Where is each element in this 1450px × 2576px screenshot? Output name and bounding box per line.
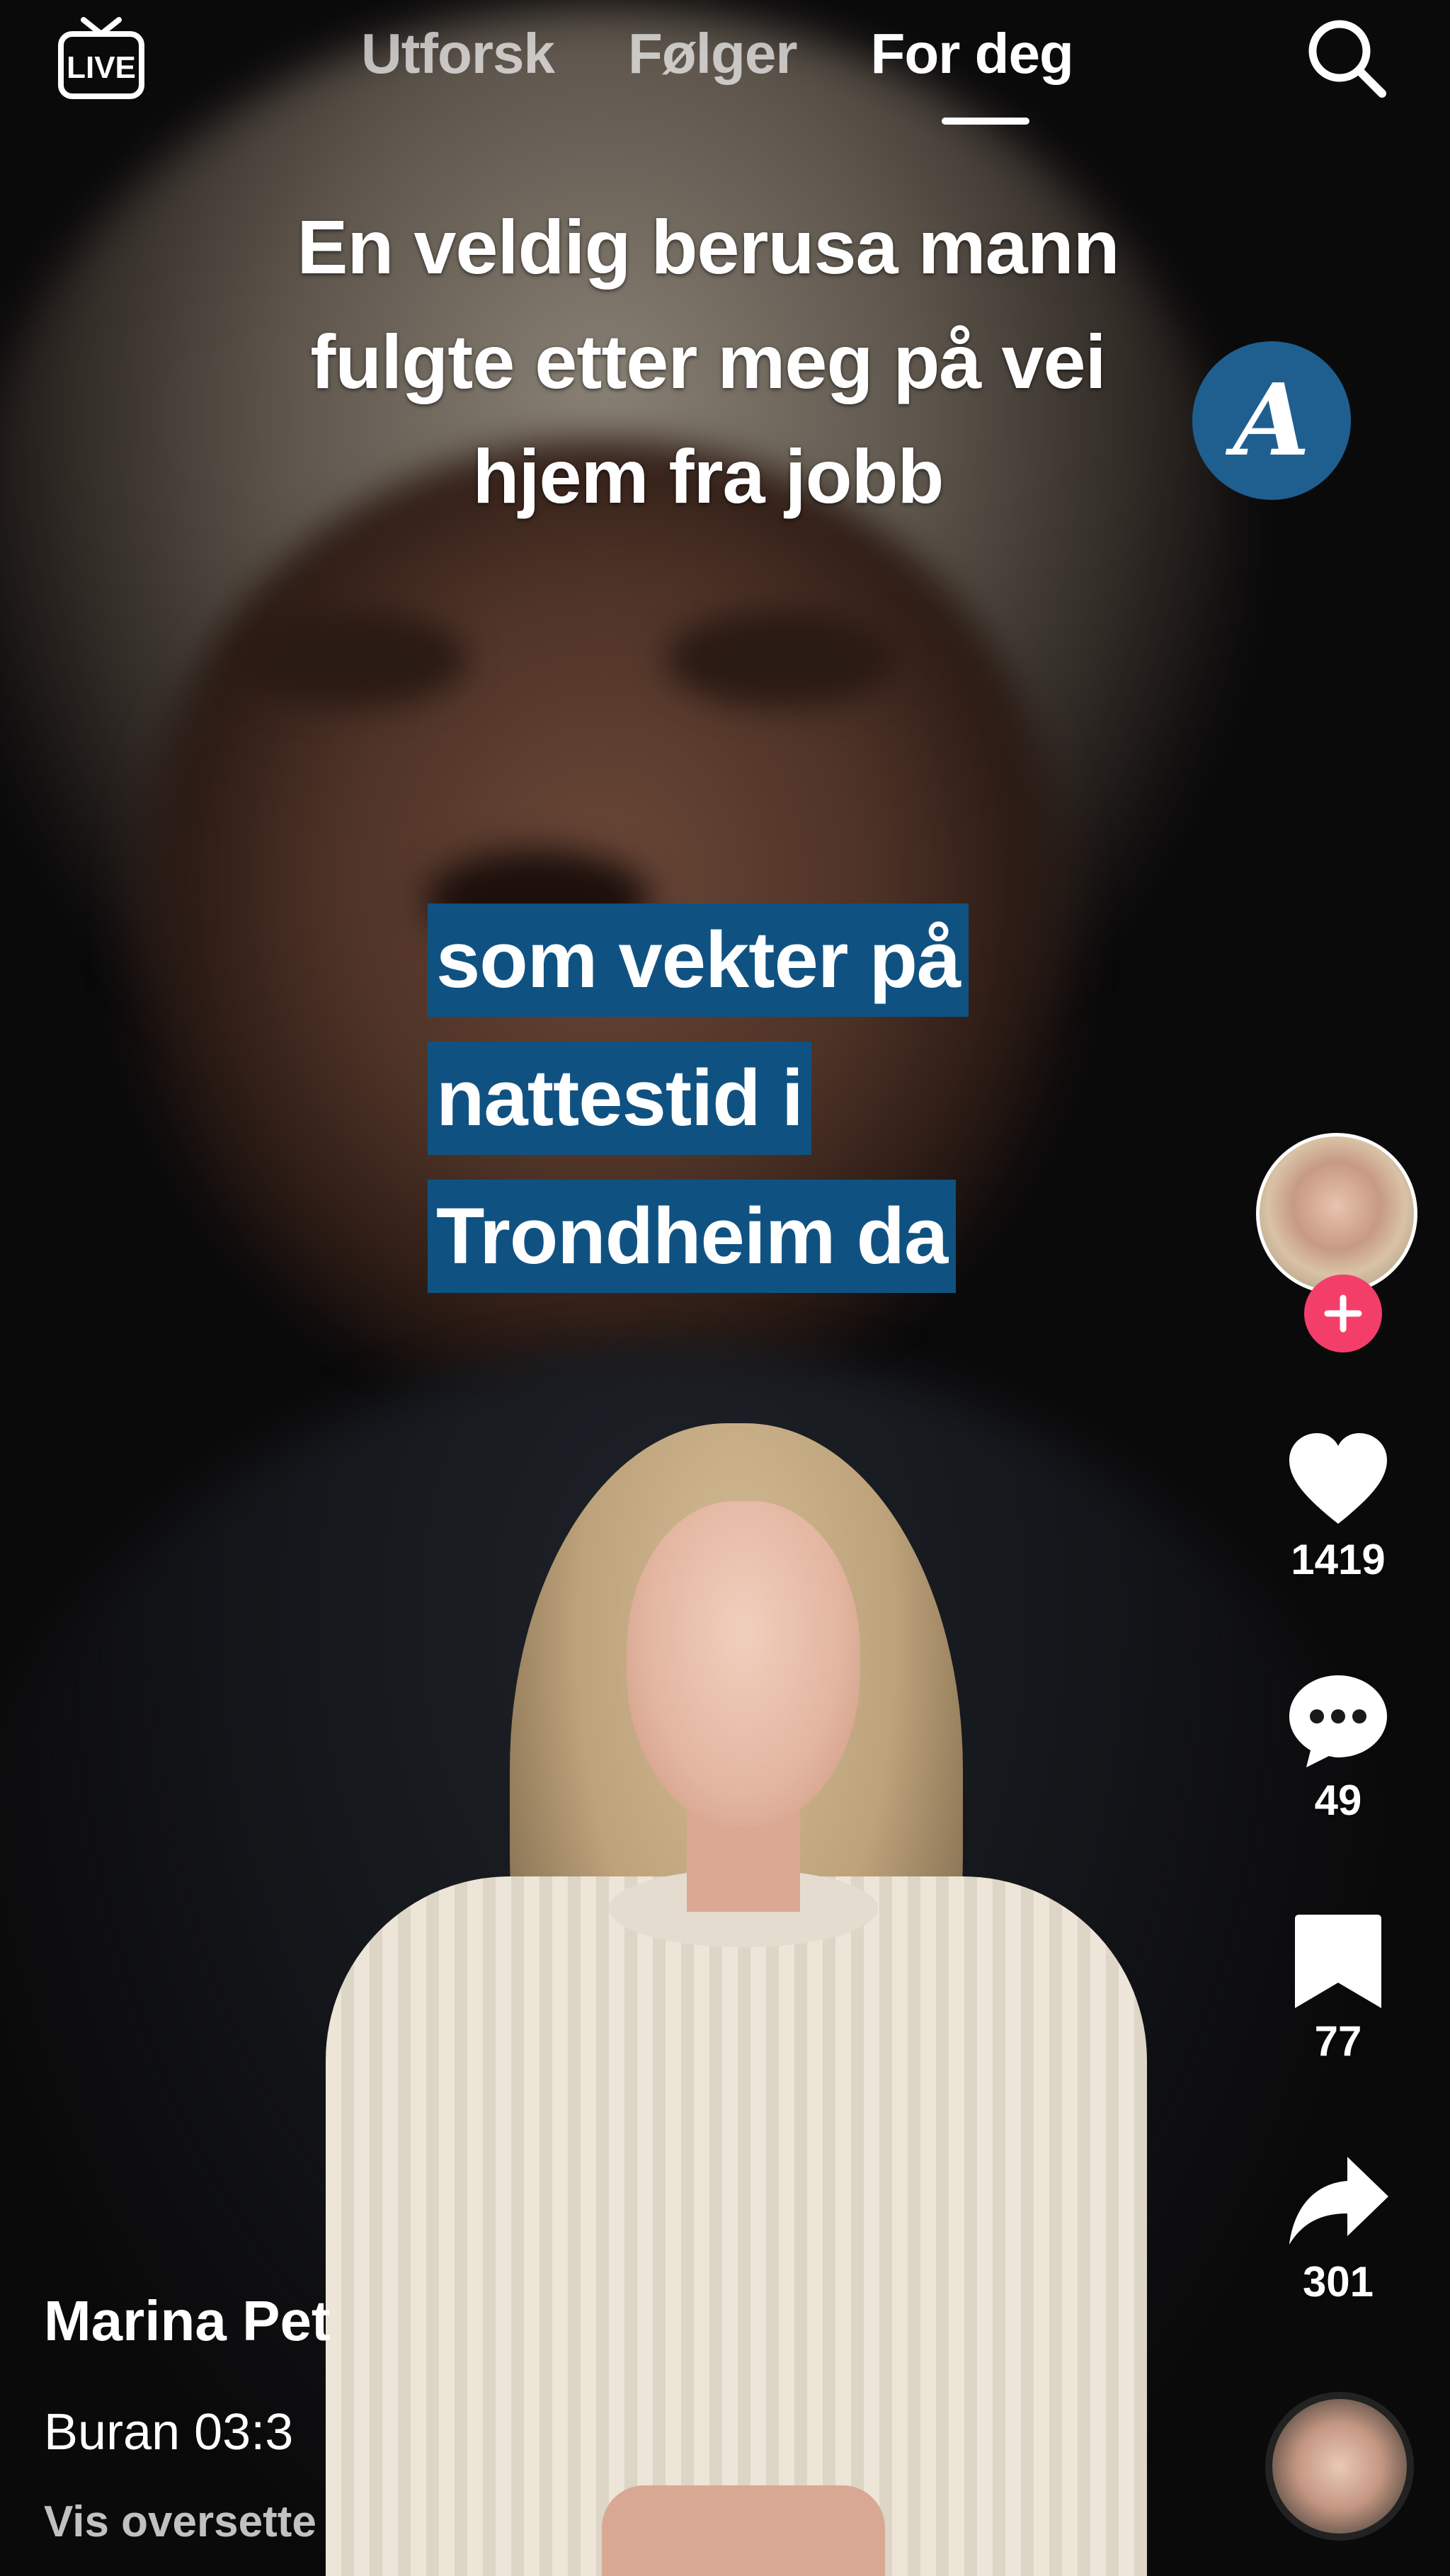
post-info: Marina Pet Buran 03:3 Vis oversette <box>44 2289 752 2547</box>
share-icon <box>1289 2157 1388 2245</box>
comment-button[interactable]: 49 <box>1246 1671 1430 1825</box>
comment-icon <box>1289 1675 1387 1767</box>
bookmark-icon <box>1295 1915 1381 2008</box>
brand-logo-letter: A <box>1233 363 1311 479</box>
live-button[interactable]: LIVE <box>55 16 147 101</box>
bookmark-button[interactable]: 77 <box>1246 1912 1430 2065</box>
tab-utforsk[interactable]: Utforsk <box>361 21 555 86</box>
heart-icon <box>1289 1433 1387 1524</box>
tab-for-deg[interactable]: For deg <box>871 21 1074 86</box>
tab-folger[interactable]: Følger <box>628 21 797 86</box>
live-tv-icon: LIVE <box>58 17 144 99</box>
video-feed-screen[interactable]: LIVE Utforsk Følger For deg En veldig be… <box>0 0 1450 2576</box>
bookmark-count: 77 <box>1314 2017 1362 2065</box>
video-headline: En veldig berusa mann fulgte etter meg p… <box>212 190 1204 534</box>
active-tab-indicator <box>942 118 1029 125</box>
share-count: 301 <box>1302 2258 1374 2306</box>
live-label: LIVE <box>67 50 136 85</box>
plus-icon <box>1324 1294 1362 1333</box>
subtitle-line: Trondheim da <box>428 1180 957 1293</box>
feed-tabs: Utforsk Følger For deg <box>361 21 1074 86</box>
headline-line: hjem fra jobb <box>472 433 944 519</box>
subtitle-line: som vekter på <box>428 904 969 1017</box>
headline-line: En veldig berusa mann <box>297 204 1119 290</box>
creator-avatar-group <box>1253 1133 1423 1360</box>
headline-line: fulgte etter meg på vei <box>310 319 1106 404</box>
brand-logo: A <box>1192 341 1351 500</box>
music-disc-icon[interactable] <box>1265 2392 1414 2541</box>
follow-button[interactable] <box>1304 1275 1382 1352</box>
show-translation-link[interactable]: Vis oversette <box>44 2497 752 2547</box>
video-subtitles: som vekter på nattestid i Trondheim da <box>428 904 969 1318</box>
search-button[interactable] <box>1303 13 1391 101</box>
top-navigation: LIVE Utforsk Følger For deg <box>0 0 1450 135</box>
creator-username[interactable]: Marina Pet <box>44 2289 752 2354</box>
creator-avatar[interactable] <box>1256 1133 1417 1294</box>
like-count: 1419 <box>1291 1536 1386 1583</box>
share-button[interactable]: 301 <box>1246 2153 1430 2306</box>
post-description[interactable]: Buran 03:3 <box>44 2403 752 2461</box>
search-icon <box>1308 20 1386 98</box>
subtitle-line: nattestid i <box>428 1042 811 1155</box>
like-button[interactable]: 1419 <box>1246 1430 1430 1584</box>
comment-count: 49 <box>1314 1777 1362 1824</box>
